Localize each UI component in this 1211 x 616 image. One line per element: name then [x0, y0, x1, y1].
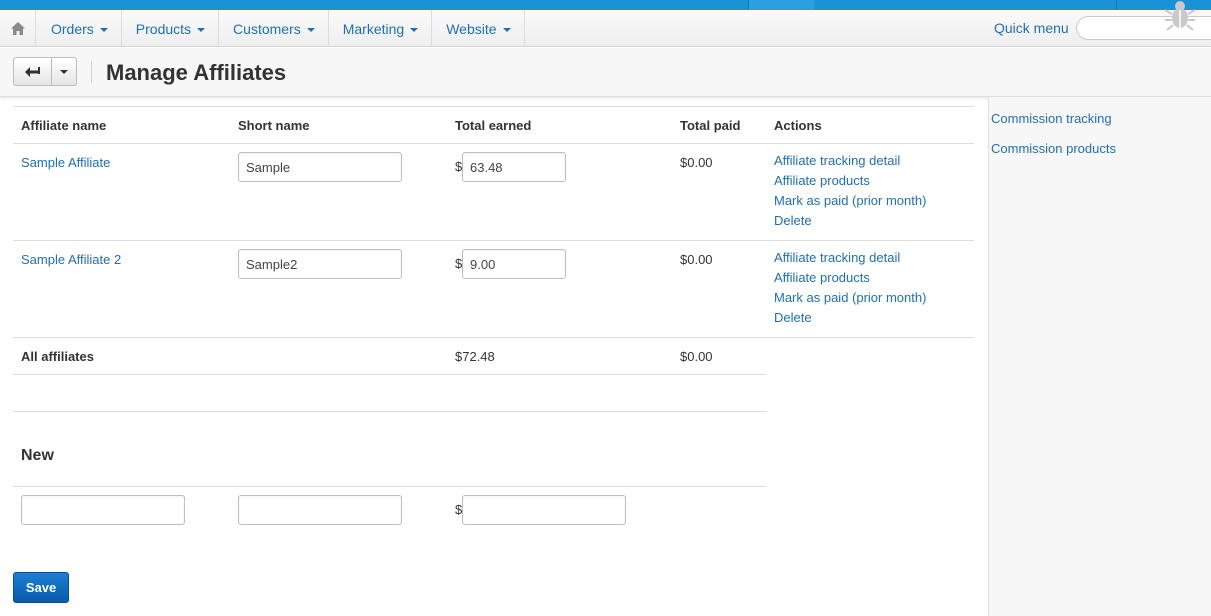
back-arrow-icon [24, 66, 40, 77]
menu-orders[interactable]: Orders [37, 10, 122, 47]
new-section-header: New [13, 411, 766, 486]
commission-products-link[interactable]: Commission products [991, 141, 1116, 156]
bug-icon[interactable] [1163, 0, 1197, 32]
main-navbar: Orders Products Customers Marketing Webs… [0, 1, 1211, 47]
totals-label: All affiliates [21, 349, 94, 364]
delete-link[interactable]: Delete [774, 211, 926, 231]
top-strip [0, 0, 1211, 10]
caret-down-icon [60, 69, 68, 74]
menu-website[interactable]: Website [432, 10, 525, 47]
menu-products[interactable]: Products [122, 10, 220, 47]
new-total-earned-input[interactable] [462, 495, 626, 525]
caret-down-icon [502, 27, 511, 32]
table-header-row: Affiliate name Short name Total earned T… [13, 106, 974, 143]
total-earned-input[interactable] [462, 152, 566, 182]
menu-customers[interactable]: Customers [219, 10, 329, 47]
totals-paid: $0.00 [680, 349, 713, 364]
actions-list: Affiliate tracking detail Affiliate prod… [774, 151, 926, 231]
affiliate-tracking-detail-link[interactable]: Affiliate tracking detail [774, 151, 926, 171]
new-affiliate-row: $ [13, 486, 766, 536]
caret-down-icon [410, 27, 419, 32]
title-bar: Manage Affiliates [0, 48, 1211, 97]
menu-marketing[interactable]: Marketing [329, 10, 433, 47]
caret-down-icon [99, 27, 108, 32]
total-paid-value: $0.00 [680, 155, 713, 170]
header-actions: Actions [774, 118, 822, 133]
home-icon [10, 22, 25, 35]
affiliate-products-link[interactable]: Affiliate products [774, 171, 926, 191]
back-button[interactable] [14, 58, 52, 85]
table-row: Sample Affiliate 2 $ $0.00 Affiliate tra… [13, 240, 974, 337]
divider [91, 61, 92, 83]
affiliate-products-link[interactable]: Affiliate products [774, 268, 926, 288]
save-button[interactable]: Save [13, 572, 69, 603]
total-paid-value: $0.00 [680, 252, 713, 267]
new-affiliate-name-input[interactable] [21, 495, 185, 525]
main-menu: Orders Products Customers Marketing Webs… [37, 10, 525, 47]
affiliate-tracking-detail-link[interactable]: Affiliate tracking detail [774, 248, 926, 268]
header-short-name: Short name [238, 118, 310, 133]
totals-row: All affiliates $72.48 $0.00 [13, 337, 974, 374]
caret-down-icon [197, 27, 206, 32]
header-affiliate-name: Affiliate name [21, 118, 107, 133]
top-strip-segment [748, 0, 814, 10]
total-earned-input[interactable] [462, 249, 566, 279]
header-total-paid: Total paid [680, 118, 741, 133]
totals-earned: $72.48 [455, 349, 495, 364]
home-button[interactable] [0, 10, 36, 47]
new-short-name-input[interactable] [238, 495, 402, 525]
mark-as-paid-link[interactable]: Mark as paid (prior month) [774, 191, 926, 211]
affiliate-name-link[interactable]: Sample Affiliate 2 [21, 252, 121, 267]
commission-tracking-link[interactable]: Commission tracking [991, 111, 1112, 126]
back-dropdown-button[interactable] [52, 58, 76, 85]
actions-list: Affiliate tracking detail Affiliate prod… [774, 248, 926, 328]
back-button-group [13, 57, 77, 86]
quick-menu-link[interactable]: Quick menu [994, 20, 1069, 36]
caret-down-icon [306, 27, 315, 32]
new-section-title: New [21, 447, 54, 464]
page-title: Manage Affiliates [106, 60, 287, 85]
right-sidebar: Commission tracking Commission products [988, 97, 1211, 616]
table-row: Sample Affiliate $ $0.00 Affiliate track… [13, 143, 974, 240]
mark-as-paid-link[interactable]: Mark as paid (prior month) [774, 288, 926, 308]
affiliate-name-link[interactable]: Sample Affiliate [21, 155, 110, 170]
short-name-input[interactable] [238, 152, 402, 182]
spacer-row [13, 374, 766, 411]
short-name-input[interactable] [238, 249, 402, 279]
delete-link[interactable]: Delete [774, 308, 926, 328]
header-total-earned: Total earned [455, 118, 532, 133]
